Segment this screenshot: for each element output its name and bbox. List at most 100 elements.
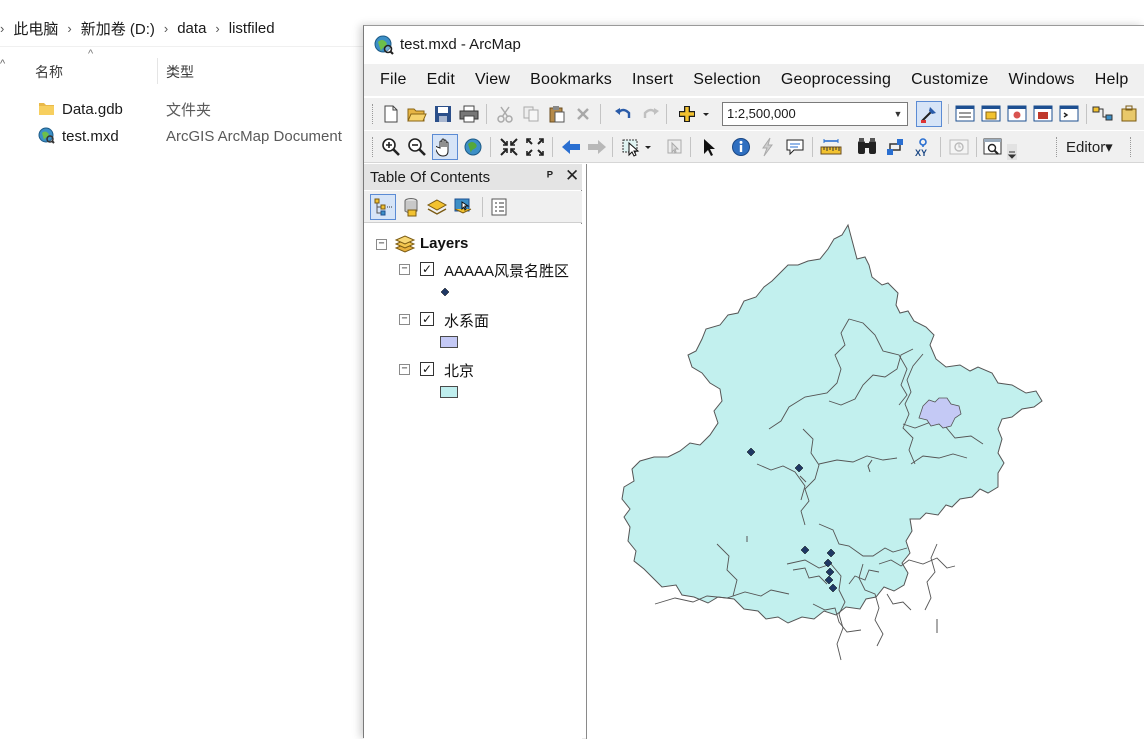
toolbar-grip[interactable] bbox=[372, 104, 375, 124]
table-of-contents-window-icon[interactable] bbox=[954, 103, 976, 125]
editor-toolbar-toggle-icon[interactable] bbox=[916, 101, 942, 127]
copy-icon[interactable] bbox=[520, 103, 542, 125]
zoom-out-icon[interactable] bbox=[406, 136, 428, 158]
print-icon[interactable] bbox=[458, 103, 480, 125]
map-scale-combobox[interactable]: 1:2,500,000 ▼ bbox=[722, 102, 908, 126]
model-builder-icon[interactable] bbox=[1092, 103, 1114, 125]
html-popup-icon[interactable] bbox=[784, 136, 806, 158]
breadcrumb-item-data[interactable]: data bbox=[177, 20, 206, 37]
toc-options-icon[interactable] bbox=[488, 196, 510, 218]
menu-view[interactable]: View bbox=[465, 71, 520, 89]
layer-name-scenic-areas[interactable]: AAAAA风景名胜区 bbox=[444, 260, 569, 281]
file-row-data-gdb[interactable]: Data.gdb 文件夹 bbox=[0, 96, 364, 122]
go-forward-arrow-icon[interactable] bbox=[586, 136, 608, 158]
select-features-icon[interactable] bbox=[620, 136, 654, 158]
column-header-type[interactable]: 类型 bbox=[166, 62, 194, 82]
toolbox-icon[interactable] bbox=[1118, 103, 1140, 125]
menu-insert[interactable]: Insert bbox=[622, 71, 683, 89]
chevron-down-icon[interactable]: ▼ bbox=[889, 103, 907, 125]
pin-icon[interactable]: ᴾ bbox=[547, 168, 553, 184]
chevron-right-icon: › bbox=[67, 20, 72, 36]
scroll-up-icon[interactable]: ^ bbox=[0, 58, 5, 70]
toolbar-grip[interactable] bbox=[1130, 137, 1133, 157]
menu-bookmarks[interactable]: Bookmarks bbox=[520, 71, 622, 89]
search-window-icon[interactable] bbox=[1006, 103, 1028, 125]
catalog-window-icon[interactable] bbox=[980, 103, 1002, 125]
title-bar[interactable]: test.mxd - ArcMap bbox=[364, 26, 1144, 64]
delete-icon[interactable] bbox=[572, 103, 594, 125]
zoom-in-icon[interactable] bbox=[380, 136, 402, 158]
column-header-name[interactable]: 名称 bbox=[35, 62, 63, 82]
column-divider[interactable] bbox=[157, 58, 158, 84]
toolbar-grip[interactable] bbox=[372, 137, 375, 157]
list-by-drawing-order-icon[interactable] bbox=[370, 194, 396, 220]
data-frame-label[interactable]: Layers bbox=[420, 235, 468, 252]
collapse-icon[interactable]: − bbox=[399, 364, 410, 375]
new-document-icon[interactable] bbox=[380, 103, 402, 125]
menu-selection[interactable]: Selection bbox=[683, 71, 771, 89]
undo-icon[interactable] bbox=[612, 103, 634, 125]
menu-customize[interactable]: Customize bbox=[901, 71, 998, 89]
chevron-right-icon: › bbox=[163, 20, 169, 36]
menu-edit[interactable]: Edit bbox=[417, 71, 465, 89]
paste-icon[interactable] bbox=[546, 103, 568, 125]
list-by-visibility-icon[interactable] bbox=[426, 196, 448, 218]
list-by-selection-icon[interactable] bbox=[452, 196, 474, 218]
breadcrumb-item-listfiled[interactable]: listfiled bbox=[229, 20, 275, 37]
file-row-test-mxd[interactable]: test.mxd ArcGIS ArcMap Document bbox=[0, 123, 364, 149]
toolbar-separator bbox=[612, 137, 613, 157]
menu-file[interactable]: File bbox=[370, 71, 417, 89]
breadcrumb-item-drive[interactable]: 新加卷 (D:) bbox=[81, 18, 155, 39]
layer-name-beijing[interactable]: 北京 bbox=[444, 360, 474, 381]
toc-header[interactable]: Table Of Contents ᴾ ✕ bbox=[364, 164, 582, 190]
clear-selection-icon[interactable] bbox=[664, 136, 686, 158]
close-icon[interactable]: ✕ bbox=[565, 166, 579, 186]
full-extent-globe-icon[interactable] bbox=[462, 136, 484, 158]
polygon-symbol-swatch[interactable] bbox=[440, 336, 458, 348]
editor-menu-button[interactable]: Editor▾ bbox=[1066, 138, 1113, 156]
beijing-map[interactable] bbox=[587, 164, 1144, 739]
layer-visibility-checkbox[interactable]: ✓ bbox=[420, 312, 434, 326]
python-window-icon[interactable] bbox=[1058, 103, 1080, 125]
file-name: test.mxd bbox=[62, 127, 119, 145]
fixed-zoom-out-icon[interactable] bbox=[524, 136, 546, 158]
pan-hand-icon[interactable] bbox=[432, 134, 458, 160]
add-data-icon[interactable] bbox=[676, 103, 712, 125]
identify-icon[interactable] bbox=[730, 136, 752, 158]
select-elements-arrow-icon[interactable] bbox=[698, 136, 720, 158]
time-slider-icon[interactable] bbox=[948, 136, 970, 158]
collapse-icon[interactable]: − bbox=[399, 314, 410, 325]
point-symbol-diamond-icon[interactable] bbox=[440, 287, 450, 297]
redo-icon[interactable] bbox=[640, 103, 662, 125]
toolbar-separator bbox=[600, 104, 601, 124]
open-folder-icon[interactable] bbox=[406, 103, 428, 125]
toolbar-overflow-chevron-icon[interactable] bbox=[1006, 143, 1018, 161]
collapse-icon[interactable]: − bbox=[399, 264, 410, 275]
find-binoculars-icon[interactable] bbox=[856, 136, 878, 158]
menu-geoprocessing[interactable]: Geoprocessing bbox=[771, 71, 901, 89]
polygon-symbol-swatch[interactable] bbox=[440, 386, 458, 398]
window-title: test.mxd - ArcMap bbox=[400, 36, 521, 53]
layer-visibility-checkbox[interactable]: ✓ bbox=[420, 262, 434, 276]
go-to-xy-icon[interactable]: XY bbox=[912, 136, 934, 158]
cut-icon[interactable] bbox=[494, 103, 516, 125]
fixed-zoom-in-icon[interactable] bbox=[498, 136, 520, 158]
toc-toolbar bbox=[364, 191, 582, 223]
create-viewer-window-icon[interactable] bbox=[982, 136, 1004, 158]
layer-visibility-checkbox[interactable]: ✓ bbox=[420, 362, 434, 376]
measure-ruler-icon[interactable] bbox=[820, 136, 842, 158]
map-display[interactable] bbox=[586, 164, 1144, 739]
save-icon[interactable] bbox=[432, 103, 454, 125]
hyperlink-lightning-icon[interactable] bbox=[756, 136, 778, 158]
go-back-arrow-icon[interactable] bbox=[560, 136, 582, 158]
layer-name-water-polygons[interactable]: 水系面 bbox=[444, 310, 489, 331]
menu-windows[interactable]: Windows bbox=[998, 71, 1084, 89]
find-route-icon[interactable] bbox=[884, 136, 906, 158]
map-scale-value: 1:2,500,000 bbox=[727, 106, 796, 121]
toolbar-grip[interactable] bbox=[1056, 137, 1059, 157]
list-by-source-icon[interactable] bbox=[400, 196, 422, 218]
breadcrumb-item-this-pc[interactable]: 此电脑 bbox=[13, 18, 58, 39]
menu-help[interactable]: Help bbox=[1085, 71, 1139, 89]
arctoolbox-window-icon[interactable] bbox=[1032, 103, 1054, 125]
collapse-icon[interactable]: − bbox=[376, 239, 387, 250]
